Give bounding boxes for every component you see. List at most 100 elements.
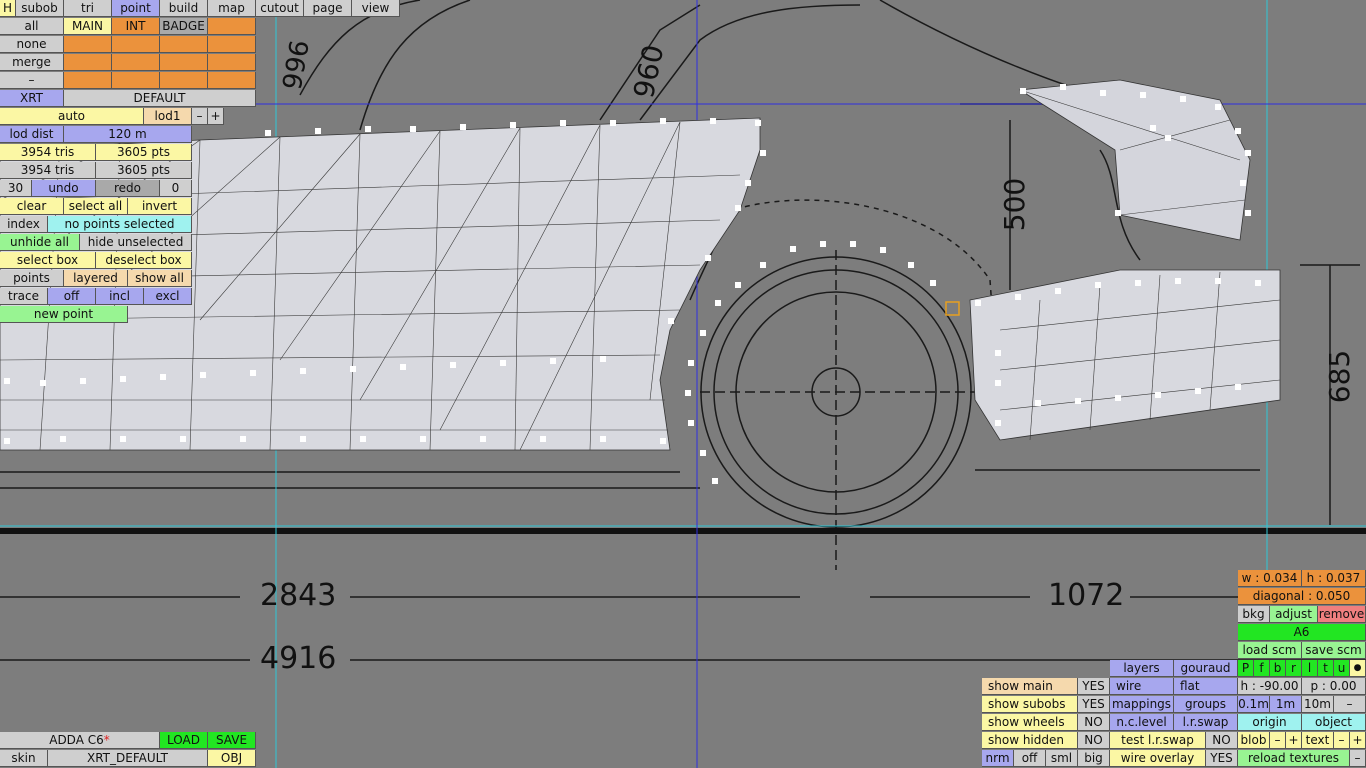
tab-page[interactable]: page (304, 0, 352, 17)
heading-readout[interactable]: h : -90.00 (1238, 678, 1302, 695)
groups-button[interactable]: groups (1174, 696, 1238, 713)
trace-excl-button[interactable]: excl (144, 288, 192, 305)
group-slot[interactable] (112, 72, 160, 89)
model-name[interactable]: ADDA C6* (0, 732, 160, 749)
text-minus-button[interactable]: – (1334, 732, 1350, 749)
group-int-button[interactable]: INT (112, 18, 160, 35)
show-wheels-value[interactable]: NO (1078, 714, 1110, 731)
new-point-button[interactable]: new point (0, 306, 128, 323)
big-button[interactable]: big (1078, 750, 1110, 767)
show-hidden-value[interactable]: NO (1078, 732, 1110, 749)
index-button[interactable]: index (0, 216, 48, 233)
show-subobs-toggle[interactable]: show subobs (982, 696, 1078, 713)
hide-unselected-button[interactable]: hide unselected (80, 234, 192, 251)
group-slot[interactable] (160, 72, 208, 89)
show-hidden-toggle[interactable]: show hidden (982, 732, 1078, 749)
obj-button[interactable]: OBJ (208, 750, 256, 767)
save-scm-button[interactable]: save scm (1302, 642, 1366, 659)
invert-button[interactable]: invert (128, 198, 192, 215)
lod1-button[interactable]: lod1 (144, 108, 192, 125)
clear-button[interactable]: clear (0, 198, 64, 215)
undo-button[interactable]: undo (32, 180, 96, 197)
pitch-readout[interactable]: p : 0.00 (1302, 678, 1366, 695)
tab-tri[interactable]: tri (64, 0, 112, 17)
group-slot[interactable] (208, 72, 256, 89)
layers-button[interactable]: layers (1110, 660, 1174, 677)
merge-button[interactable]: merge (0, 54, 64, 71)
group-slot[interactable] (112, 54, 160, 71)
trace-off-button[interactable]: off (48, 288, 96, 305)
test-lr-swap-button[interactable]: test l.r.swap (1110, 732, 1206, 749)
lr-swap-button[interactable]: l.r.swap (1174, 714, 1238, 731)
lod-auto-button[interactable]: auto (0, 108, 144, 125)
group-badge-button[interactable]: BADGE (160, 18, 208, 35)
select-box-button[interactable]: select box (0, 252, 96, 269)
wire-overlay-button[interactable]: wire overlay (1110, 750, 1206, 767)
select-all-groups-button[interactable]: all (0, 18, 64, 35)
wire-button[interactable]: wire (1110, 678, 1174, 695)
step-1m-button[interactable]: 1m (1270, 696, 1302, 713)
blob-minus-button[interactable]: – (1270, 732, 1286, 749)
group-slot[interactable] (160, 36, 208, 53)
test-lr-swap-value[interactable]: NO (1206, 732, 1238, 749)
points-button[interactable]: points (0, 270, 64, 287)
h-button[interactable]: H (0, 0, 16, 17)
show-main-toggle[interactable]: show main (982, 678, 1078, 695)
load-button[interactable]: LOAD (160, 732, 208, 749)
sml-button[interactable]: sml (1046, 750, 1078, 767)
view-l-button[interactable]: l (1302, 660, 1318, 677)
blob-plus-button[interactable]: + (1286, 732, 1302, 749)
nrm-button[interactable]: nrm (982, 750, 1014, 767)
group-slot[interactable] (112, 36, 160, 53)
text-button[interactable]: text (1302, 732, 1334, 749)
remove-button[interactable]: remove (1318, 606, 1366, 623)
xrt-button[interactable]: XRT (0, 90, 64, 107)
view-t-button[interactable]: t (1318, 660, 1334, 677)
blob-button[interactable]: blob (1238, 732, 1270, 749)
adjust-button[interactable]: adjust (1270, 606, 1318, 623)
reload-textures-button[interactable]: reload textures (1238, 750, 1350, 767)
save-button[interactable]: SAVE (208, 732, 256, 749)
skin-value[interactable]: XRT_DEFAULT (48, 750, 208, 767)
show-subobs-value[interactable]: YES (1078, 696, 1110, 713)
step-10m-button[interactable]: 10m (1302, 696, 1334, 713)
view-r-button[interactable]: r (1286, 660, 1302, 677)
tab-map[interactable]: map (208, 0, 256, 17)
redo-button[interactable]: redo (96, 180, 160, 197)
lod-minus-button[interactable]: – (192, 108, 208, 125)
tab-view[interactable]: view (352, 0, 400, 17)
show-wheels-toggle[interactable]: show wheels (982, 714, 1078, 731)
group-slot[interactable] (208, 36, 256, 53)
view-f-button[interactable]: f (1254, 660, 1270, 677)
layered-button[interactable]: layered (64, 270, 128, 287)
group-main-button[interactable]: MAIN (64, 18, 112, 35)
skin-button[interactable]: skin (0, 750, 48, 767)
off-button[interactable]: off (1014, 750, 1046, 767)
show-all-button[interactable]: show all (128, 270, 192, 287)
object-button[interactable]: object (1302, 714, 1366, 731)
trace-incl-button[interactable]: incl (96, 288, 144, 305)
nc-level-button[interactable]: n.c.level (1110, 714, 1174, 731)
origin-button[interactable]: origin (1238, 714, 1302, 731)
select-none-button[interactable]: none (0, 36, 64, 53)
view-b-button[interactable]: b (1270, 660, 1286, 677)
tab-build[interactable]: build (160, 0, 208, 17)
lod-dist-value[interactable]: 120 m (64, 126, 192, 143)
show-main-value[interactable]: YES (1078, 678, 1110, 695)
view-u-button[interactable]: u (1334, 660, 1350, 677)
wire-overlay-value[interactable]: YES (1206, 750, 1238, 767)
bkg-button[interactable]: bkg (1238, 606, 1270, 623)
text-plus-button[interactable]: + (1350, 732, 1366, 749)
tab-cutout[interactable]: cutout (256, 0, 304, 17)
group-slot[interactable] (208, 18, 256, 35)
group-slot[interactable] (64, 72, 112, 89)
a6-button[interactable]: A6 (1238, 624, 1366, 641)
tab-point[interactable]: point (112, 0, 160, 17)
view-dot-button[interactable]: ● (1350, 660, 1366, 677)
group-slot[interactable] (160, 54, 208, 71)
tab-subob[interactable]: subob (16, 0, 64, 17)
view-p-button[interactable]: P (1238, 660, 1254, 677)
mappings-button[interactable]: mappings (1110, 696, 1174, 713)
undo-levels[interactable]: 30 (0, 180, 32, 197)
flat-button[interactable]: flat (1174, 678, 1238, 695)
